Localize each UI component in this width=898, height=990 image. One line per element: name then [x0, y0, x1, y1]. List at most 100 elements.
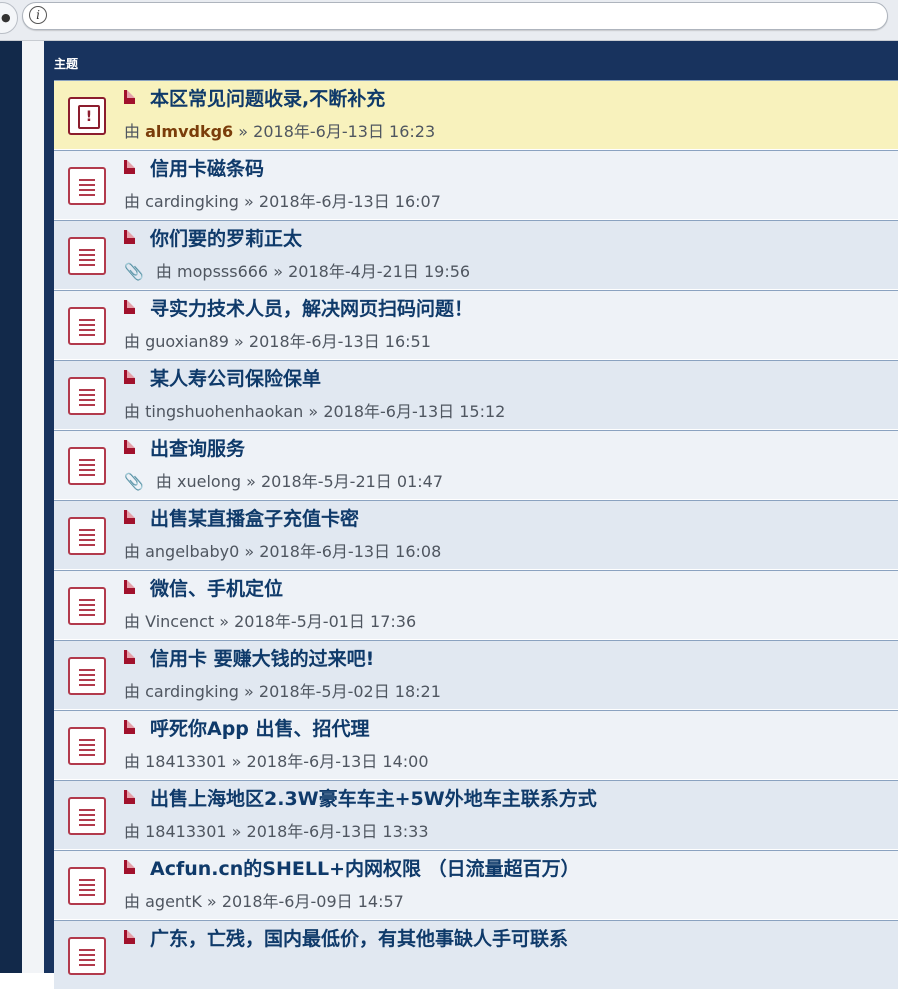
icon-line [79, 194, 95, 196]
topic-read-icon [68, 937, 106, 975]
post-icon[interactable] [124, 860, 135, 874]
author-link[interactable]: 18413301 [145, 822, 226, 841]
topic-row[interactable]: 信用卡 要赚大钱的过来吧! 由 cardingking » 2018年-5月-02… [54, 640, 898, 710]
topic-read-icon [68, 237, 106, 275]
by-label: 由 [124, 612, 141, 631]
icon-line [79, 809, 95, 811]
separator: » [246, 472, 256, 491]
post-icon[interactable] [124, 510, 135, 524]
topic-title-link[interactable]: Acfun.cn的SHELL+内网权限 （日流量超百万） [150, 854, 580, 881]
separator: » [244, 542, 255, 561]
icon-line [79, 894, 95, 896]
author-link[interactable]: angelbaby0 [145, 542, 239, 561]
author-link[interactable]: mopsss666 [177, 262, 268, 281]
topic-list-panel: 主题 ! 本区常见问题收录,不断补充由 almvdkg6 » 2018年-6月-1… [44, 41, 898, 990]
paperclip-icon: 📎 [124, 472, 144, 491]
topic-title-link[interactable]: 广东，亡残，国内最低价，有其他事缺人手可联系 [150, 924, 568, 951]
by-label: 由 [124, 542, 141, 561]
topic-read-icon [68, 867, 106, 905]
separator: » [231, 752, 242, 771]
page-sidebar-stripe [0, 41, 22, 973]
post-icon[interactable] [124, 370, 135, 384]
info-icon[interactable]: i [29, 6, 47, 24]
post-icon[interactable] [124, 580, 135, 594]
by-label: 由 [124, 122, 141, 141]
icon-line [79, 264, 95, 266]
topic-row[interactable]: 出查询服务 📎 由 xuelong » 2018年-5月-21日 01:47 [54, 430, 898, 500]
topic-title-link[interactable]: 本区常见问题收录,不断补充 [150, 84, 385, 111]
topic-list-header: 主题 [44, 41, 898, 80]
icon-line [79, 399, 95, 401]
by-label: 由 [155, 472, 172, 491]
separator: » [308, 402, 319, 421]
post-icon[interactable] [124, 650, 135, 664]
icon-line [79, 749, 95, 751]
topic-row[interactable]: 信用卡磁条码由 cardingking » 2018年-6月-13日 16:07 [54, 150, 898, 220]
topic-meta: 由 18413301 » 2018年-6月-13日 13:33 [124, 818, 429, 842]
post-icon[interactable] [124, 720, 135, 734]
separator: » [206, 892, 217, 911]
topic-title-link[interactable]: 你们要的罗莉正太 [150, 224, 302, 251]
topic-row[interactable]: 出售上海地区2.3W豪车车主+5W外地车主联系方式由 18413301 » 20… [54, 780, 898, 850]
topic-title-link[interactable]: 某人寿公司保险保单 [150, 364, 321, 391]
author-link[interactable]: cardingking [145, 682, 239, 701]
topic-title-link[interactable]: 出售某直播盒子充值卡密 [150, 504, 359, 531]
icon-line [79, 739, 95, 741]
by-label: 由 [124, 822, 141, 841]
topic-title-link[interactable]: 寻实力技术人员，解决网页扫码问题！ [150, 294, 473, 321]
topic-meta: 由 Vincenct » 2018年-5月-01日 17:36 [124, 608, 416, 632]
icon-line [79, 469, 95, 471]
topic-read-icon [68, 657, 106, 695]
post-icon[interactable] [124, 930, 135, 944]
topic-row[interactable]: 你们要的罗莉正太 📎 由 mopsss666 » 2018年-4月-21日 19:5… [54, 220, 898, 290]
topic-title-link[interactable]: 微信、手机定位 [150, 574, 283, 601]
icon-line [79, 744, 95, 746]
topic-title-link[interactable]: 出售上海地区2.3W豪车车主+5W外地车主联系方式 [150, 784, 597, 811]
browser-toolbar: ● i [0, 0, 898, 41]
author-link[interactable]: tingshuohenhaokan [145, 402, 303, 421]
topic-row[interactable]: Acfun.cn的SHELL+内网权限 （日流量超百万） 由 agentK » 2… [54, 850, 898, 920]
post-date: 2018年-5月-21日 01:47 [261, 472, 444, 491]
post-icon[interactable] [124, 160, 135, 174]
back-button[interactable]: ● [0, 2, 18, 34]
author-link[interactable]: guoxian89 [145, 332, 229, 351]
author-link[interactable]: cardingking [145, 192, 239, 211]
icon-line [79, 669, 95, 671]
topic-read-icon [68, 587, 106, 625]
topic-row[interactable]: 寻实力技术人员，解决网页扫码问题！ 由 guoxian89 » 2018年-6月-… [54, 290, 898, 360]
post-icon[interactable] [124, 230, 135, 244]
topic-row[interactable]: 广东，亡残，国内最低价，有其他事缺人手可联系 [54, 920, 898, 990]
icon-line [79, 674, 95, 676]
author-link[interactable]: agentK [145, 892, 202, 911]
author-link[interactable]: almvdkg6 [145, 122, 233, 141]
page-gutter [22, 41, 44, 973]
address-bar[interactable]: i [22, 2, 888, 30]
topic-title-link[interactable]: 出查询服务 [150, 434, 245, 461]
by-label: 由 [124, 402, 141, 421]
topic-title-link[interactable]: 信用卡磁条码 [150, 154, 264, 181]
topic-row[interactable]: 微信、手机定位由 Vincenct » 2018年-5月-01日 17:36 [54, 570, 898, 640]
author-link[interactable]: 18413301 [145, 752, 226, 771]
icon-line [79, 614, 95, 616]
topic-meta: 由 angelbaby0 » 2018年-6月-13日 16:08 [124, 538, 441, 562]
topic-title-link[interactable]: 呼死你App 出售、招代理 [150, 714, 370, 741]
icon-line [79, 184, 95, 186]
author-link[interactable]: xuelong [177, 472, 241, 491]
topic-read-icon [68, 307, 106, 345]
icon-line [79, 544, 95, 546]
post-icon[interactable] [124, 790, 135, 804]
post-icon[interactable] [124, 440, 135, 454]
topic-meta: 📎 由 mopsss666 » 2018年-4月-21日 19:56 [124, 258, 470, 282]
topic-row[interactable]: 出售某直播盒子充值卡密由 angelbaby0 » 2018年-6月-13日 1… [54, 500, 898, 570]
post-icon[interactable] [124, 90, 135, 104]
post-icon[interactable] [124, 300, 135, 314]
icon-line [79, 189, 95, 191]
topic-row[interactable]: 某人寿公司保险保单由 tingshuohenhaokan » 2018年-6月-… [54, 360, 898, 430]
topic-meta: 📎 由 xuelong » 2018年-5月-21日 01:47 [124, 468, 443, 492]
topic-read-icon [68, 727, 106, 765]
topic-row[interactable]: 呼死你App 出售、招代理由 18413301 » 2018年-6月-13日 1… [54, 710, 898, 780]
topic-title-link[interactable]: 信用卡 要赚大钱的过来吧! [150, 644, 374, 671]
sticky-topic-row[interactable]: ! 本区常见问题收录,不断补充由 almvdkg6 » 2018年-6月-13日 … [54, 80, 898, 150]
topics-column-heading: 主题 [54, 57, 79, 71]
author-link[interactable]: Vincenct [145, 612, 214, 631]
